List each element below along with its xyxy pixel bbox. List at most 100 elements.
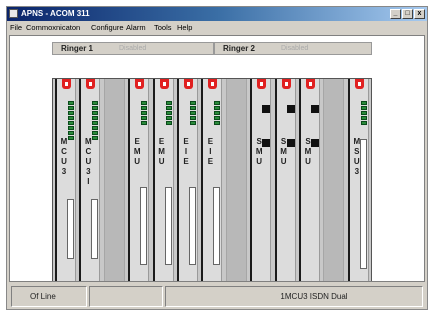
status-led [360,116,367,120]
status-led [92,126,99,130]
status-led [68,106,74,110]
card-chassis: MCU30MCU3I12EMU3EMU3EIE1EIE47SMU8SMU9SMU… [52,78,372,281]
card-name-char: M [280,147,287,156]
status-led [68,116,74,120]
status-led-group [165,101,172,126]
port-connector-icon [286,139,295,147]
port-connector-icon [311,139,319,147]
status-led [68,131,74,135]
card-slot-0[interactable]: MCU30 [55,79,76,281]
card-name-char: E [158,137,165,146]
card-name: EIE [182,137,190,167]
status-led [360,111,367,115]
status-led-group [360,101,367,126]
card-name-char: M [60,137,68,146]
status-led [214,106,221,110]
card-name-char: M [255,147,263,156]
menu-file[interactable]: File [10,21,22,34]
status-middle [89,286,163,307]
menu-configure[interactable]: Configure [91,21,124,34]
card-label-strip [164,187,172,265]
card-ejector-tab [257,79,267,89]
status-led [214,121,221,125]
card-name-char: U [256,157,263,166]
empty-slot-11[interactable]: 11 [323,79,345,281]
close-button[interactable]: x [414,9,425,19]
card-name: EIE [206,137,214,167]
card-ejector-tab [208,79,218,89]
card-slot-1[interactable]: MCU3I1 [79,79,101,281]
ringer-1-label: Ringer 1 [61,44,94,53]
status-led [92,106,99,110]
card-name-char: U [280,157,287,166]
status-led [360,121,367,125]
card-name-char: M [158,147,165,156]
card-label-strip [189,187,196,265]
empty-slot-7[interactable]: 7 [225,79,247,281]
status-led-group [68,101,74,141]
status-led [141,106,148,110]
status-led [190,101,196,105]
status-led [360,106,367,110]
card-ejector-tab [281,79,291,89]
ringer-1-status: Disabled [119,45,147,52]
card-name-char: 3 [61,167,67,176]
status-led-group [92,101,99,141]
card-name-char: I [87,177,90,186]
empty-slot-2[interactable]: 2 [103,79,125,281]
card-name-char: C [85,147,92,156]
card-name-char: U [305,157,311,166]
card-label-strip [359,139,367,269]
card-label-strip [91,199,99,259]
status-led [190,121,196,125]
rack-view: Ringer 1 Disabled Ringer 2 Disabled MCU3… [9,35,425,282]
card-name-char: I [184,147,188,156]
card-name-char: C [61,147,67,156]
port-connector-icon [262,139,271,147]
title-bar[interactable]: APNS - ACOM 311 _ □ x [7,7,427,21]
card-name-char: U [134,157,141,166]
status-led [214,116,221,120]
status-led-group [190,101,196,126]
status-led [165,111,172,115]
ringer-2-status: Disabled [281,45,309,52]
card-slot-10[interactable]: SMU10 [299,79,320,281]
maximize-button[interactable]: □ [402,9,413,19]
status-led [92,116,99,120]
card-slot-12[interactable]: MSU312 [347,79,369,281]
menu-alarm[interactable]: Alarm [126,21,146,34]
status-led [141,101,148,105]
status-led [165,106,172,110]
ringer-2-panel[interactable]: Ringer 2 Disabled [214,42,372,55]
card-slot-5[interactable]: EIE1 [177,79,198,281]
menu-bar: File Commoxnicaton Configure Alarm Tools… [7,21,427,34]
card-name-char: E [183,157,189,166]
card-ejector-tab [135,79,145,89]
port-connector-icon [311,105,319,113]
card-name: MCU3 [60,137,68,177]
menu-communication[interactable]: Commoxnicaton [26,21,80,34]
status-led [68,121,74,125]
status-led [92,101,99,105]
card-slot-8[interactable]: SMU8 [250,79,272,281]
status-led [190,111,196,115]
card-slot-4[interactable]: EMU3 [152,79,174,281]
card-name: EMU [133,137,141,167]
menu-help[interactable]: Help [177,21,192,34]
card-name: MCU3I [84,137,92,187]
status-led [165,121,172,125]
status-bar: Of Line 1MCU3 ISDN Dual [9,286,425,307]
card-slot-3[interactable]: EMU3 [128,79,150,281]
card-slot-9[interactable]: SMU9 [274,79,296,281]
card-name-char: M [133,147,141,156]
status-led [68,101,74,105]
status-led [141,116,148,120]
card-label-strip [140,187,148,265]
ringer-1-panel[interactable]: Ringer 1 Disabled [52,42,214,55]
card-ejector-tab [62,79,71,89]
minimize-button[interactable]: _ [390,9,401,19]
menu-tools[interactable]: Tools [154,21,172,34]
card-name: EMU [158,137,166,167]
card-slot-6[interactable]: EIE4 [201,79,223,281]
status-led [92,111,99,115]
